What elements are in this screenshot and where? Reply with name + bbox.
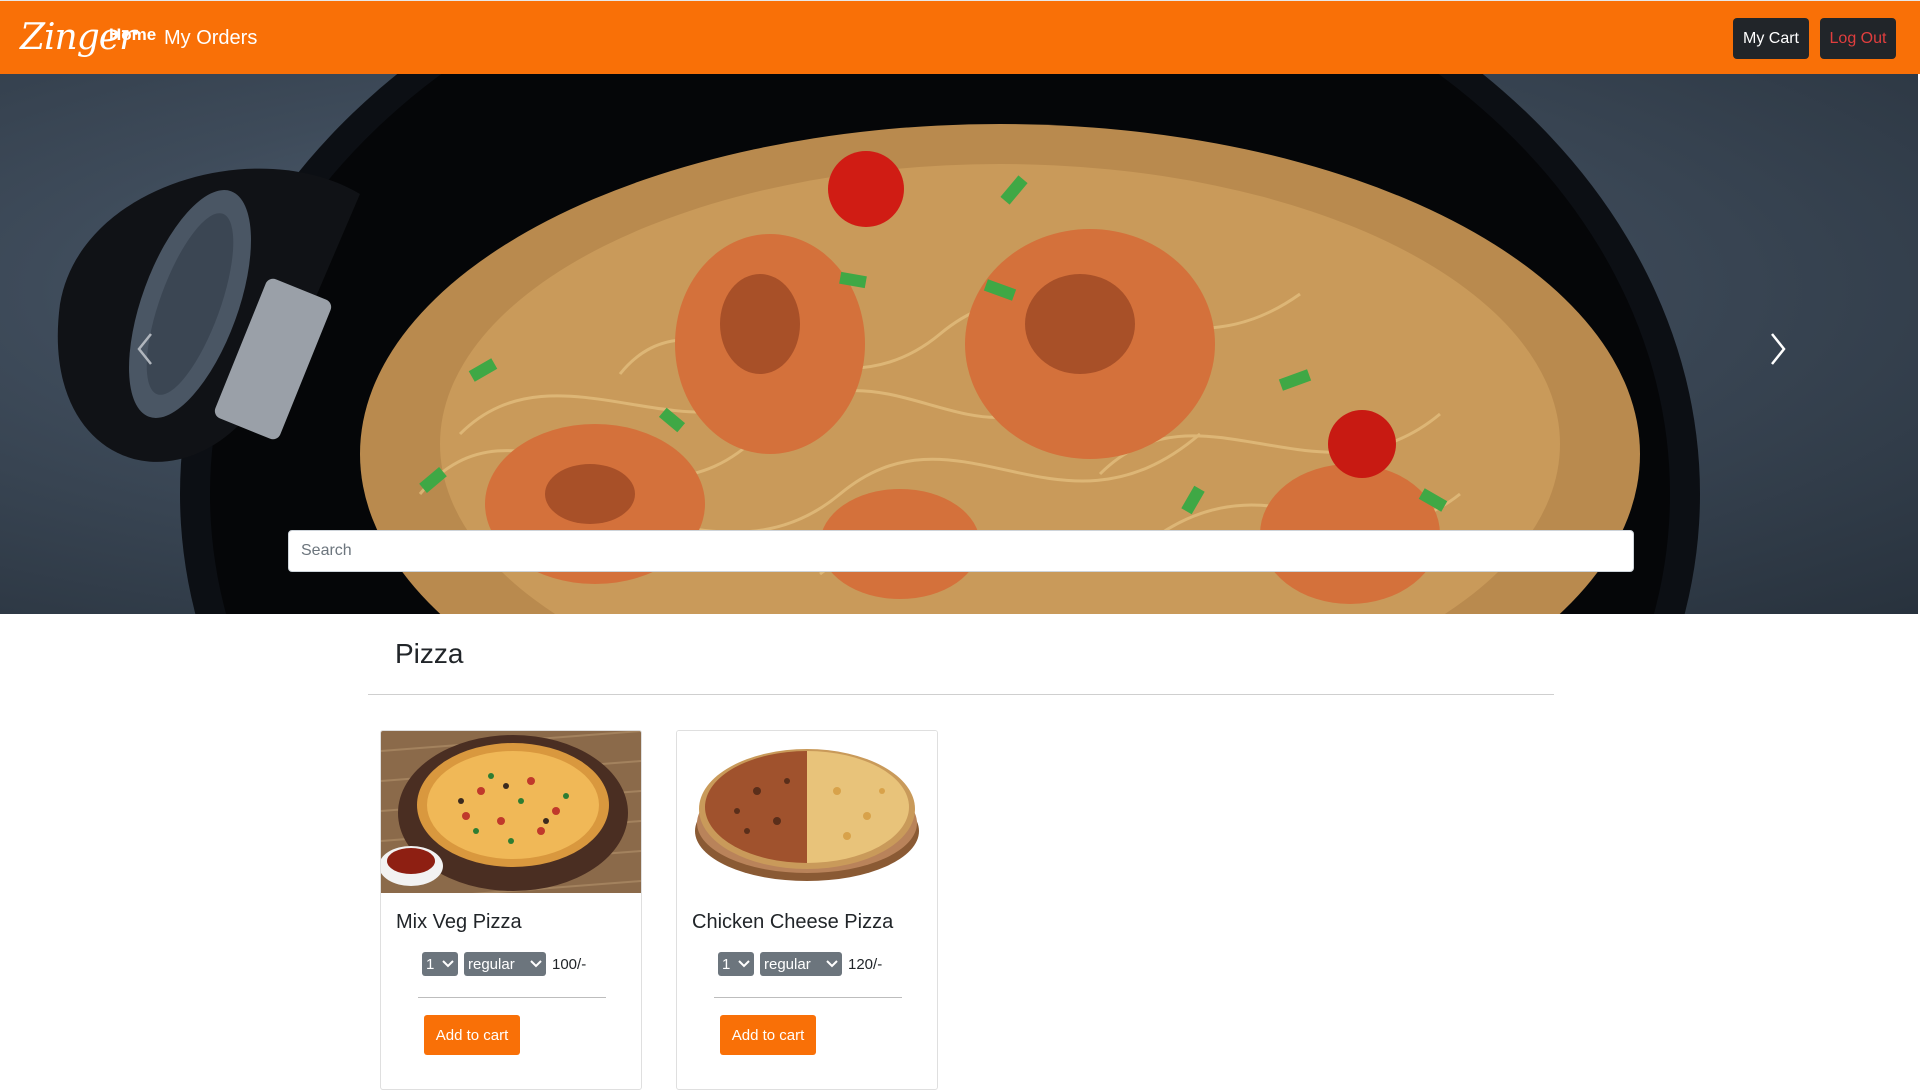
nav-link-home[interactable]: Home xyxy=(109,25,156,45)
carousel-prev-button[interactable] xyxy=(115,319,175,379)
product-card: Mix Veg Pizza 1 regular 100/- Add to car… xyxy=(380,730,642,1090)
quantity-value: 1 xyxy=(722,955,731,973)
size-value: regular xyxy=(764,955,811,973)
card-divider xyxy=(418,997,606,998)
quantity-value: 1 xyxy=(426,955,435,973)
product-card: Chicken Cheese Pizza 1 regular 120/- Add… xyxy=(676,730,938,1090)
nav-link-my-orders[interactable]: My Orders xyxy=(164,27,257,50)
search-input[interactable] xyxy=(288,530,1634,572)
size-value: regular xyxy=(468,955,515,973)
card-divider xyxy=(714,997,902,998)
product-image xyxy=(677,731,937,893)
add-to-cart-button[interactable]: Add to cart xyxy=(424,1015,520,1055)
product-name: Chicken Cheese Pizza xyxy=(692,911,894,933)
log-out-button[interactable]: Log Out xyxy=(1820,18,1896,59)
category-title: Pizza xyxy=(395,638,464,669)
product-options: 1 regular 120/- xyxy=(718,951,882,977)
hero-carousel xyxy=(0,74,1918,614)
product-options: 1 regular 100/- xyxy=(422,951,586,977)
size-select[interactable]: regular xyxy=(464,952,546,976)
my-cart-button[interactable]: My Cart xyxy=(1733,18,1809,59)
chevron-left-icon xyxy=(137,333,152,365)
product-price: 100/- xyxy=(552,955,587,973)
quantity-select[interactable]: 1 xyxy=(718,952,754,976)
carousel-next-button[interactable] xyxy=(1748,319,1808,379)
chevron-down-icon xyxy=(826,960,838,968)
chevron-right-icon xyxy=(1771,333,1786,365)
add-to-cart-button[interactable]: Add to cart xyxy=(720,1015,816,1055)
size-select[interactable]: regular xyxy=(760,952,842,976)
top-navbar: Zinger Home My Orders My Cart Log Out xyxy=(0,0,1920,74)
product-image xyxy=(381,731,641,893)
chevron-down-icon xyxy=(530,960,542,968)
quantity-select[interactable]: 1 xyxy=(422,952,458,976)
product-price: 120/- xyxy=(848,955,883,973)
chevron-down-icon xyxy=(442,960,454,968)
chevron-down-icon xyxy=(738,960,750,968)
product-name: Mix Veg Pizza xyxy=(396,911,522,933)
category-divider xyxy=(368,694,1554,695)
